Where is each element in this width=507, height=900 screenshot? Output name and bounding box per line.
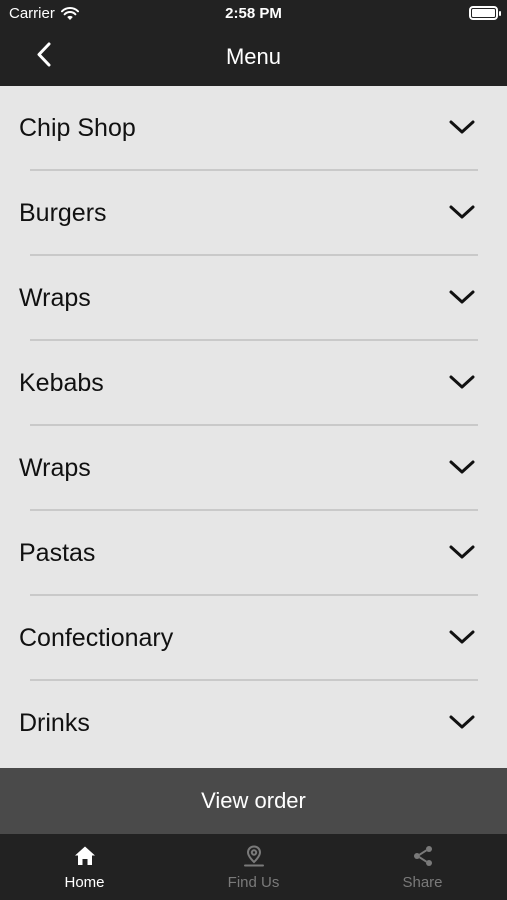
chevron-down-icon <box>449 545 475 559</box>
tab-bar: Home Find Us Share <box>0 834 507 900</box>
menu-item-label: Pastas <box>19 539 96 567</box>
home-icon <box>74 846 95 865</box>
menu-item-label: Wraps <box>19 284 91 312</box>
menu-item-kebabs[interactable]: Kebabs <box>0 341 507 426</box>
menu-item-pastas[interactable]: Pastas <box>0 511 507 596</box>
chevron-down-icon <box>449 630 475 644</box>
battery-icon <box>469 6 501 20</box>
chevron-down-icon <box>449 375 475 389</box>
page-title: Menu <box>225 44 282 69</box>
tab-home[interactable]: Home <box>0 834 169 900</box>
menu-list: Chip Shop Burgers Wraps Kebabs Wraps Pas… <box>0 86 507 768</box>
chevron-down-icon <box>449 120 475 134</box>
tab-label: Home <box>64 874 105 891</box>
status-bar: Carrier 2:58 PM <box>0 0 507 28</box>
menu-item-label: Drinks <box>19 709 90 737</box>
nav-bar: Menu <box>0 28 507 86</box>
menu-item-label: Chip Shop <box>19 114 136 142</box>
chevron-down-icon <box>449 290 475 304</box>
menu-item-label: Confectionary <box>19 624 174 652</box>
share-icon <box>413 846 432 866</box>
menu-item-label: Kebabs <box>19 369 104 397</box>
tab-label: Share <box>402 874 443 891</box>
location-pin-icon <box>243 845 264 867</box>
menu-item-label: Wraps <box>19 454 91 482</box>
menu-item-chip-shop[interactable]: Chip Shop <box>0 86 507 171</box>
status-time: 2:58 PM <box>225 5 282 22</box>
menu-item-wraps[interactable]: Wraps <box>0 256 507 341</box>
tab-share[interactable]: Share <box>338 834 507 900</box>
menu-item-label: Burgers <box>19 199 107 227</box>
view-order-button[interactable]: View order <box>0 768 507 834</box>
menu-item-confectionary[interactable]: Confectionary <box>0 596 507 681</box>
tab-find-us[interactable]: Find Us <box>169 834 338 900</box>
tab-label: Find Us <box>227 874 280 891</box>
chevron-down-icon <box>449 205 475 219</box>
menu-item-burgers[interactable]: Burgers <box>0 171 507 256</box>
menu-item-wraps-2[interactable]: Wraps <box>0 426 507 511</box>
chevron-down-icon <box>449 460 475 474</box>
menu-item-drinks[interactable]: Drinks <box>0 681 507 766</box>
chevron-down-icon <box>449 715 475 729</box>
